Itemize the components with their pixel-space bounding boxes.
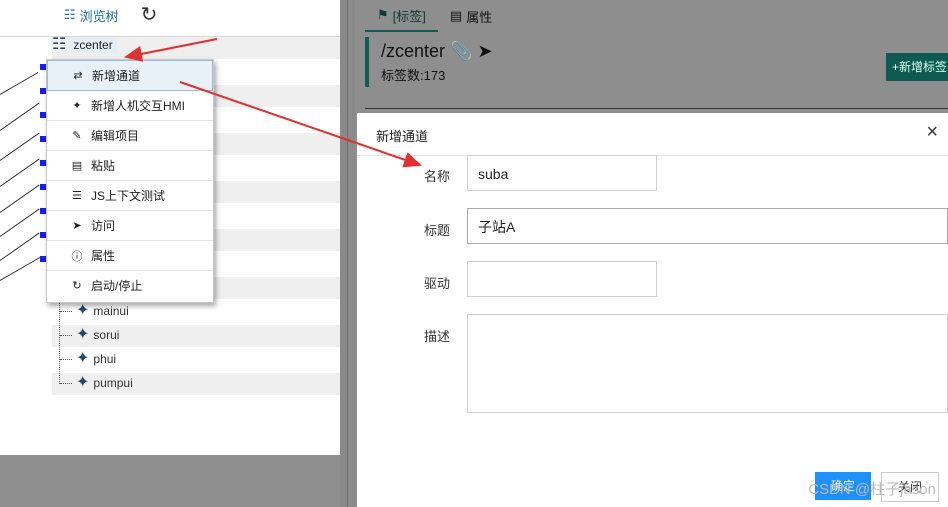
annotation-arrows <box>124 38 422 168</box>
arrow-to-name-field <box>179 81 422 168</box>
arrow-to-root-node <box>124 38 218 62</box>
